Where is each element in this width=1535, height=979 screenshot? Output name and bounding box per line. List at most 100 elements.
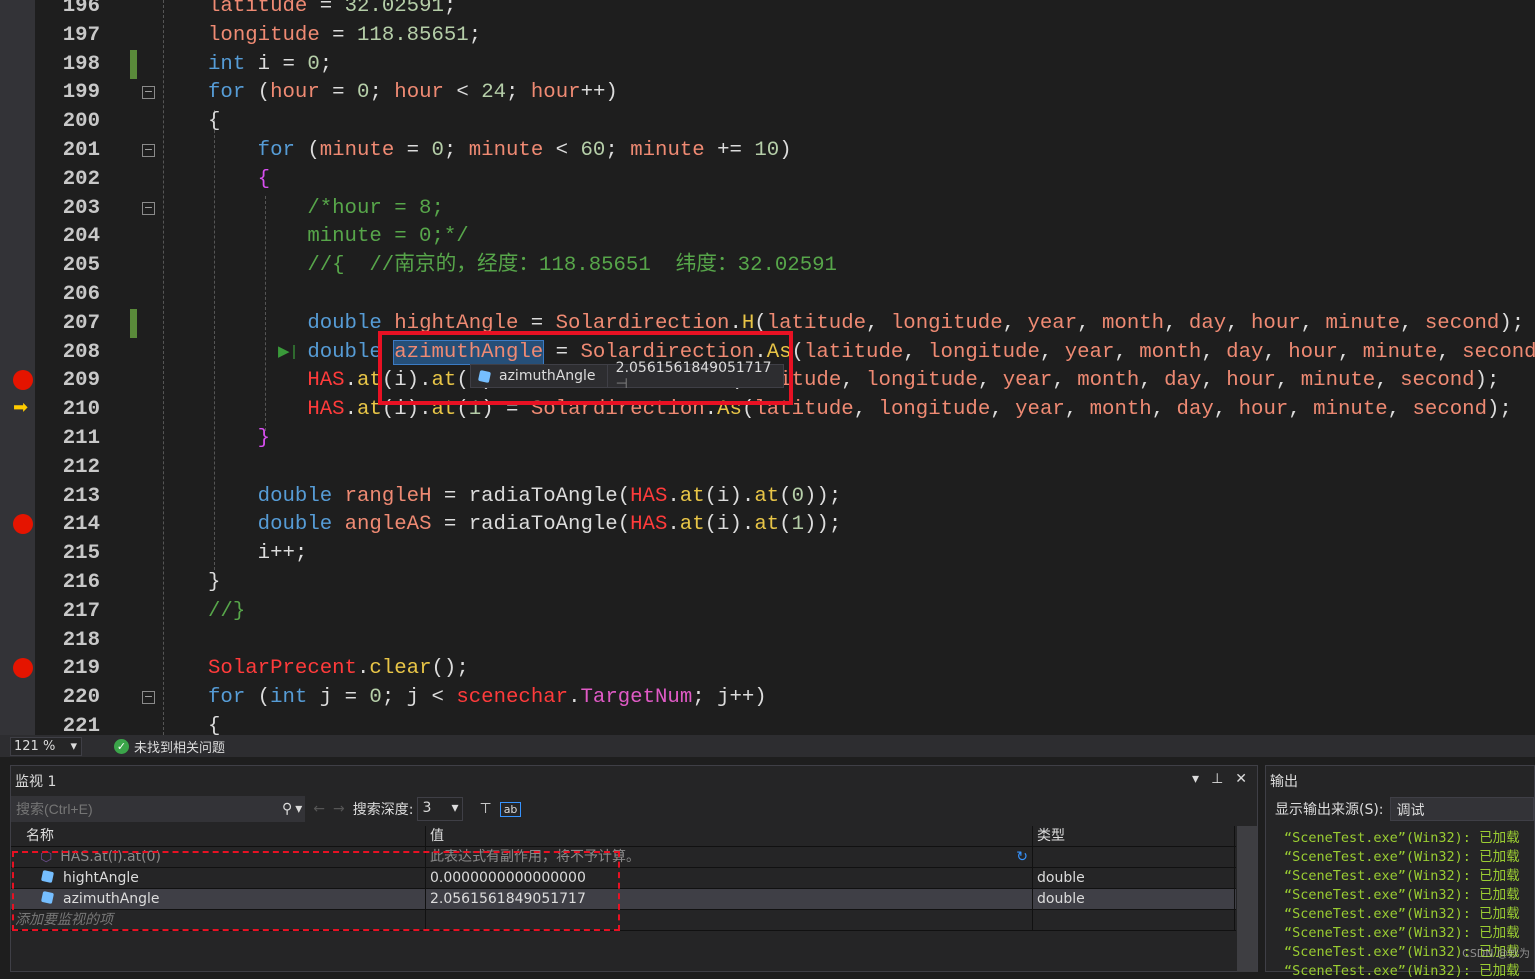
scrollbar[interactable] bbox=[1237, 826, 1257, 972]
panel-title: 监视 1 bbox=[15, 774, 57, 790]
code-text: /*hour = 8; bbox=[208, 194, 444, 223]
breakpoint-icon[interactable] bbox=[13, 370, 33, 391]
code-token: longitude bbox=[890, 311, 1003, 335]
watch-panel: 监视 1 ▾⊥✕ ⚲▾ ← → 搜索深度: 3▾ ⊤ ab 名称 值 类型 ⬡H… bbox=[10, 765, 1258, 972]
code-line[interactable]: 202 { bbox=[0, 165, 1535, 194]
pin-icon[interactable]: ⊥ bbox=[1211, 771, 1223, 789]
collapse-icon[interactable]: − bbox=[142, 144, 155, 157]
code-line[interactable]: 213 double rangleH = radiaToAngle(HAS.at… bbox=[0, 482, 1535, 511]
code-token: ( bbox=[779, 484, 792, 508]
code-token: , bbox=[1213, 398, 1239, 422]
line-number: 210 bbox=[62, 398, 100, 422]
code-line[interactable]: 196 latitude = 32.02591; bbox=[0, 0, 1535, 21]
code-token: at bbox=[754, 513, 780, 537]
code-token: 118.85651 bbox=[356, 23, 469, 47]
current-statement-arrow-icon[interactable]: ➡ bbox=[13, 395, 28, 424]
code-line[interactable]: 221 { bbox=[0, 712, 1535, 735]
code-line[interactable]: 200 { bbox=[0, 107, 1535, 136]
dropdown-icon[interactable]: ▾ bbox=[1192, 771, 1199, 789]
search-input[interactable] bbox=[11, 796, 279, 822]
breakpoint-icon[interactable] bbox=[13, 658, 33, 679]
code-token: year bbox=[1002, 369, 1053, 393]
refresh-icon[interactable]: ↻ bbox=[1016, 847, 1028, 867]
code-token: hour bbox=[394, 81, 444, 105]
code-line[interactable]: 218 bbox=[0, 626, 1535, 655]
code-line[interactable]: 204 minute = 0;*/ bbox=[0, 222, 1535, 251]
collapse-icon[interactable]: − bbox=[142, 691, 155, 705]
issues-indicator[interactable]: ✓ 未找到相关问题 bbox=[114, 737, 225, 756]
depth-label: 搜索深度: bbox=[352, 802, 414, 818]
code-token: , bbox=[841, 369, 867, 393]
code-token: ( bbox=[294, 139, 320, 162]
code-line[interactable]: 201 for (minute = 0; minute < 60; minute… bbox=[0, 136, 1535, 165]
chevron-down-icon: ▾ bbox=[70, 738, 77, 754]
filter-pin-icon[interactable]: ⊤ bbox=[479, 801, 491, 817]
editor-status-bar: 121 % ▾ ✓ 未找到相关问题 bbox=[0, 735, 1535, 757]
code-line[interactable]: 214 double angleAS = radiaToAngle(HAS.at… bbox=[0, 510, 1535, 539]
column-header-value[interactable]: 值 bbox=[426, 826, 1033, 846]
line-number: 212 bbox=[62, 455, 100, 479]
code-text: //{ //南京的，经度：118.85651 纬度：32.02591 bbox=[208, 251, 837, 280]
datatip[interactable]: azimuthAngle 2.0561561849051717 ⊣ bbox=[470, 360, 784, 392]
code-token: ( bbox=[245, 81, 271, 105]
hex-view-icon[interactable]: ab bbox=[499, 801, 522, 817]
line-number: 206 bbox=[62, 283, 100, 306]
code-line[interactable]: 205 //{ //南京的，经度：118.85651 纬度：32.02591 bbox=[0, 251, 1535, 280]
line-number: 217 bbox=[62, 599, 100, 623]
code-line[interactable]: 217 //} bbox=[0, 597, 1535, 626]
collapse-icon[interactable]: − bbox=[142, 86, 155, 100]
code-token: latitude bbox=[803, 340, 904, 364]
code-token: ); bbox=[1487, 398, 1512, 422]
code-token: longitude bbox=[878, 398, 991, 422]
code-token: 32.02591 bbox=[344, 0, 444, 18]
code-token: { bbox=[208, 167, 271, 191]
code-token: year bbox=[1027, 311, 1078, 335]
source-dropdown[interactable]: 调试 bbox=[1389, 797, 1534, 821]
code-line[interactable]: 220 for (int j = 0; j < scenechar.TargetN… bbox=[0, 683, 1535, 712]
run-to-click-icon[interactable]: ▶| bbox=[278, 338, 299, 367]
code-line[interactable]: 197 longitude = 118.85651; bbox=[0, 21, 1535, 50]
code-text: //} bbox=[208, 597, 245, 626]
code-token: ; bbox=[443, 0, 457, 18]
depth-dropdown[interactable]: 3 ▾ bbox=[417, 797, 464, 821]
code-text: int i = 0; bbox=[208, 50, 332, 79]
forward-arrow-icon[interactable]: → bbox=[333, 801, 345, 817]
breakpoint-icon[interactable] bbox=[13, 514, 33, 535]
code-line[interactable]: 219 SolarPrecent.clear(); bbox=[0, 654, 1535, 683]
code-token: minute bbox=[1313, 398, 1388, 422]
column-header-type[interactable]: 类型 bbox=[1033, 826, 1235, 846]
code-token: ) bbox=[779, 139, 792, 162]
code-token: = bbox=[319, 81, 358, 105]
code-token: ; j++) bbox=[692, 686, 767, 710]
code-token: ( bbox=[791, 340, 804, 364]
code-token: int bbox=[270, 686, 308, 710]
code-line[interactable]: 212 bbox=[0, 453, 1535, 482]
code-line[interactable]: 198 int i = 0; bbox=[0, 49, 1535, 79]
code-line[interactable]: 203 /*hour = 8; − bbox=[0, 194, 1535, 223]
column-header-name[interactable]: 名称 bbox=[11, 826, 426, 846]
chevron-down-icon[interactable]: ▾ bbox=[295, 801, 305, 817]
code-line[interactable]: 199 for (hour = 0; hour < 24; hour++) − bbox=[0, 78, 1535, 107]
code-token: ; bbox=[506, 81, 531, 105]
collapse-icon[interactable]: − bbox=[142, 201, 155, 215]
search-icon[interactable]: ⚲ bbox=[279, 801, 295, 817]
code-token: SolarPrecent bbox=[208, 657, 357, 681]
output-line: “SceneTest.exe”(Win32): 已加载 bbox=[1284, 887, 1520, 903]
code-editor[interactable]: 196 latitude = 32.02591; 197 longitude = 11… bbox=[0, 0, 1535, 735]
close-icon[interactable]: ✕ bbox=[1235, 771, 1247, 789]
zoom-value: 121 % bbox=[14, 738, 56, 754]
zoom-dropdown[interactable]: 121 % ▾ bbox=[10, 736, 82, 756]
code-line[interactable]: 216} bbox=[0, 568, 1535, 597]
code-token: , bbox=[1052, 369, 1078, 393]
code-token: , bbox=[990, 398, 1016, 422]
code-token: HAS bbox=[630, 484, 668, 508]
code-line[interactable]: 215 i++; bbox=[0, 539, 1535, 568]
back-arrow-icon[interactable]: ← bbox=[313, 801, 325, 817]
pin-icon[interactable]: ⊣ bbox=[616, 376, 628, 392]
code-line[interactable]: 211 } bbox=[0, 424, 1535, 453]
code-token: month bbox=[1077, 369, 1140, 393]
code-token: . bbox=[344, 369, 357, 393]
code-line[interactable]: 206 bbox=[0, 280, 1535, 309]
code-token: day bbox=[1164, 369, 1202, 393]
datatip-value[interactable]: 2.0561561849051717 bbox=[616, 360, 772, 376]
